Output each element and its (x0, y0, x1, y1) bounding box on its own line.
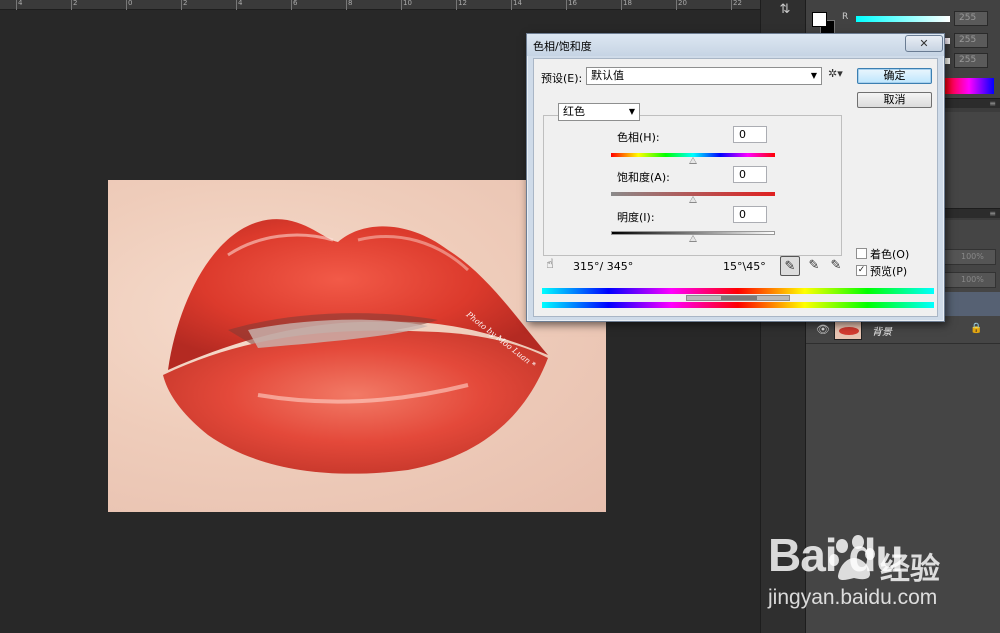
colorize-checkbox[interactable] (856, 248, 867, 259)
eyedropper-add-icon[interactable]: ✎ (804, 256, 824, 276)
ruler-label: 16 (568, 0, 577, 7)
preset-value: 默认值 (591, 69, 624, 82)
ruler-label: 20 (678, 0, 687, 7)
red-channel-slider[interactable] (856, 16, 950, 22)
channel-value: 红色 (563, 105, 585, 118)
channel-select[interactable]: 红色 ▼ (558, 103, 640, 121)
lock-icon: 🔒 (970, 323, 983, 334)
ruler-tick (71, 0, 72, 10)
preview-label: 预览(P) (870, 265, 908, 278)
ruler-label: 2 (73, 0, 78, 7)
color-range-core[interactable] (721, 296, 757, 300)
ruler-label: 10 (403, 0, 412, 7)
input-color-bar (542, 288, 934, 294)
jingyan-brand-text: 经验 (880, 552, 940, 587)
colorize-label: 着色(O) (870, 248, 910, 261)
hue-label: 色相(H): (617, 131, 660, 144)
ruler-tick (566, 0, 567, 10)
cancel-button[interactable]: 取消 (857, 92, 932, 108)
layer-thumbnail (834, 320, 862, 340)
hue-slider-thumb[interactable] (689, 157, 697, 164)
close-button[interactable]: ✕ (905, 35, 943, 52)
on-image-adjust-hand-icon[interactable]: ☝ (540, 255, 560, 275)
opacity-field[interactable]: 100% (940, 249, 996, 265)
ruler-label: 2 (183, 0, 188, 7)
output-color-bar (542, 302, 934, 308)
foreground-color-swatch[interactable] (812, 12, 827, 27)
chevron-down-icon: ▼ (810, 71, 817, 80)
ruler-tick (291, 0, 292, 10)
fill-field[interactable]: 100% (940, 272, 996, 288)
saturation-input[interactable]: 0 (733, 166, 767, 183)
ruler-tick (401, 0, 402, 10)
layer-name: 背景 (872, 327, 892, 338)
lightness-input[interactable]: 0 (733, 206, 767, 223)
ruler-label: 0 (128, 0, 133, 7)
color-spectrum-ramp[interactable] (944, 78, 994, 94)
ruler-tick (346, 0, 347, 10)
blue-channel-value[interactable]: 255 (954, 53, 988, 68)
jingyan-url-text: jingyan.baidu.com (768, 586, 938, 609)
saturation-label: 饱和度(A): (617, 171, 670, 184)
ruler-label: 18 (623, 0, 632, 7)
green-channel-value[interactable]: 255 (954, 33, 988, 48)
ruler-tick (126, 0, 127, 10)
preset-select[interactable]: 默认值 ▼ (586, 67, 822, 85)
ruler-tick (16, 0, 17, 10)
ruler-label: 14 (513, 0, 522, 7)
lightness-label: 明度(I): (617, 211, 655, 224)
preset-label: 预设(E): (541, 72, 583, 85)
ruler-tick (511, 0, 512, 10)
saturation-slider-thumb[interactable] (689, 196, 697, 203)
panel-menu-icon[interactable]: ≡ (989, 99, 996, 109)
ruler-tick (236, 0, 237, 10)
ruler-tick (676, 0, 677, 10)
visibility-eye-icon[interactable]: 👁 (816, 323, 830, 336)
horizontal-ruler: 4 2 0 2 4 6 8 10 12 14 16 18 20 22 (0, 0, 760, 10)
layers-menu-icon[interactable]: ≡ (989, 209, 996, 219)
ruler-label: 6 (293, 0, 298, 7)
eyedropper-subtract-icon[interactable]: ✎ (826, 256, 846, 276)
ok-button[interactable]: 确定 (857, 68, 932, 84)
dialog-title: 色相/饱和度 (533, 40, 592, 53)
red-channel-value[interactable]: 255 (954, 11, 988, 26)
dialog-titlebar[interactable]: 色相/饱和度 ✕ (527, 34, 944, 56)
ruler-tick (181, 0, 182, 10)
gear-icon[interactable]: ✲▾ (828, 67, 843, 80)
color-range-slider[interactable] (686, 295, 790, 301)
ruler-tick (731, 0, 732, 10)
baidu-jingyan-watermark: Bai du 经验 jingyan.baidu.com (768, 528, 994, 628)
hue-saturation-dialog: 色相/饱和度 ✕ 预设(E): 默认值 ▼ ✲▾ 确定 取消 红色 ▼ 色相(H… (526, 33, 945, 322)
red-channel-label: R (842, 12, 849, 22)
baidu-paw-icon (829, 535, 875, 580)
ruler-label: 4 (18, 0, 23, 7)
ruler-label: 8 (348, 0, 353, 7)
range-right-readout: 15°\45° (723, 260, 766, 273)
ruler-tick (621, 0, 622, 10)
ruler-label: 4 (238, 0, 243, 7)
history-icon[interactable]: ⇅ (775, 0, 795, 20)
range-left-readout: 315°/ 345° (573, 260, 634, 273)
ruler-label: 22 (733, 0, 742, 7)
lightness-slider-thumb[interactable] (689, 235, 697, 242)
dialog-body: 预设(E): 默认值 ▼ ✲▾ 确定 取消 红色 ▼ 色相(H): 0 饱和度(… (533, 58, 938, 317)
preview-checkbox[interactable]: ✓ (856, 265, 867, 276)
hue-input[interactable]: 0 (733, 126, 767, 143)
eyedropper-icon[interactable]: ✎ (780, 256, 800, 276)
ruler-label: 12 (458, 0, 467, 7)
ruler-tick (456, 0, 457, 10)
chevron-down-icon: ▼ (628, 107, 635, 116)
